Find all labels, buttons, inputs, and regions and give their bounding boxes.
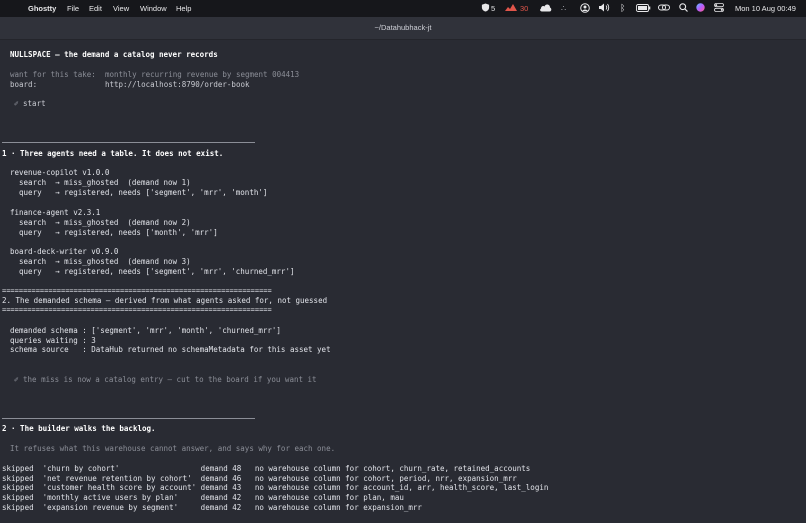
status-search-icon[interactable] — [679, 0, 688, 17]
agent-search-line: search → miss_ghosted (demand now 3) — [10, 257, 191, 266]
section-divider — [2, 418, 255, 419]
schema-line: demanded schema : ['segment', 'mrr', 'mo… — [10, 326, 281, 335]
clock[interactable]: Mon 10 Aug 00:49 — [735, 0, 796, 17]
section-1-title: 1 · Three agents need a table. It does n… — [2, 149, 224, 158]
status-siri-icon[interactable] — [696, 0, 705, 17]
want-value: monthly recurring revenue by segment 004… — [105, 70, 300, 79]
board-label: board: — [10, 80, 38, 89]
agent-query-line: query → registered, needs ['segment', 'm… — [10, 267, 295, 276]
status-link-icon[interactable] — [658, 0, 670, 17]
section-2-title: 2. The demanded schema — derived from wh… — [2, 296, 328, 305]
status-volume-icon[interactable] — [599, 0, 610, 17]
section-3-title: 2 · The builder walks the backlog. — [2, 424, 156, 433]
board-url[interactable]: http://localhost:8790/order-book — [105, 80, 250, 89]
backlog-row: skipped 'monthly active users by plan' d… — [2, 493, 404, 502]
schema-line: queries waiting : 3 — [10, 336, 96, 345]
status-temp[interactable]: 30 — [520, 0, 528, 17]
link-icon — [658, 4, 670, 11]
status-dots-icon[interactable]: ∴ — [561, 0, 566, 17]
section-3-subtitle: It refuses what this warehouse cannot an… — [10, 444, 336, 453]
terminal-viewport[interactable]: NULLSPACE — the demand a catalog never r… — [0, 40, 806, 523]
cloud-icon — [540, 4, 552, 12]
schema-line: schema source : DataHub returned no sche… — [10, 345, 331, 354]
menu-window[interactable]: Window — [140, 0, 167, 17]
search-icon — [679, 3, 688, 12]
backlog-row: skipped 'expansion revenue by segment' d… — [2, 503, 422, 512]
agent-name: revenue-copilot v1.0.0 — [10, 168, 110, 177]
nullspace-header: NULLSPACE — the demand a catalog never r… — [10, 50, 218, 59]
agent-name: finance-agent v2.3.1 — [10, 208, 101, 217]
agent-query-line: query → registered, needs ['segment', 'm… — [10, 188, 268, 197]
app-menu[interactable]: Ghostty — [28, 0, 56, 17]
menu-view[interactable]: View — [113, 0, 129, 17]
edit-icon: ✐ — [14, 375, 19, 384]
agent-name: board-deck-writer v0.9.0 — [10, 247, 119, 256]
agent-query-line: query → registered, needs ['month', 'mrr… — [10, 228, 218, 237]
user-circle-icon — [580, 3, 590, 13]
volume-icon — [599, 3, 610, 12]
bluetooth-icon[interactable]: ᛒ — [620, 0, 625, 17]
siri-icon — [696, 3, 705, 12]
status-user-icon[interactable] — [580, 0, 590, 17]
status-battery-icon[interactable] — [636, 0, 651, 17]
menu-bar: Ghostty File Edit View Window Help 5 30 … — [0, 0, 806, 17]
status-chart-icon[interactable] — [505, 0, 517, 17]
menu-edit[interactable]: Edit — [89, 0, 102, 17]
activity-chart-icon — [505, 4, 517, 11]
backlog-row: skipped 'churn by cohort' demand 48 no w… — [2, 464, 531, 473]
start-line: ✐ start — [14, 99, 46, 108]
control-center-icon — [714, 3, 724, 12]
status-count[interactable]: 5 — [491, 0, 495, 17]
want-label: want for this take: — [10, 70, 96, 79]
miss-note: ✐ the miss is now a catalog entry — cut … — [14, 375, 317, 384]
window-titlebar[interactable]: ~/Datahubhack-jt — [0, 17, 806, 40]
menu-help[interactable]: Help — [176, 0, 191, 17]
start-label: start — [23, 99, 46, 108]
agent-search-line: search → miss_ghosted (demand now 1) — [10, 178, 191, 187]
miss-note-text: the miss is now a catalog entry — cut to… — [23, 375, 317, 384]
shield-icon — [481, 3, 490, 12]
menu-file[interactable]: File — [67, 0, 79, 17]
window-title: ~/Datahubhack-jt — [374, 23, 432, 32]
equals-rule: ========================================… — [2, 306, 272, 314]
backlog-row: skipped 'customer health score by accoun… — [2, 483, 549, 492]
backlog-row: skipped 'net revenue retention by cohort… — [2, 474, 517, 483]
agent-search-line: search → miss_ghosted (demand now 2) — [10, 218, 191, 227]
status-shield-icon[interactable] — [481, 0, 490, 17]
battery-icon — [636, 4, 651, 12]
status-control-center-icon[interactable] — [714, 0, 724, 17]
status-cloud-icon[interactable] — [539, 0, 552, 17]
section-divider — [2, 142, 255, 143]
equals-rule: ========================================… — [2, 287, 272, 295]
edit-icon: ✐ — [14, 99, 19, 108]
